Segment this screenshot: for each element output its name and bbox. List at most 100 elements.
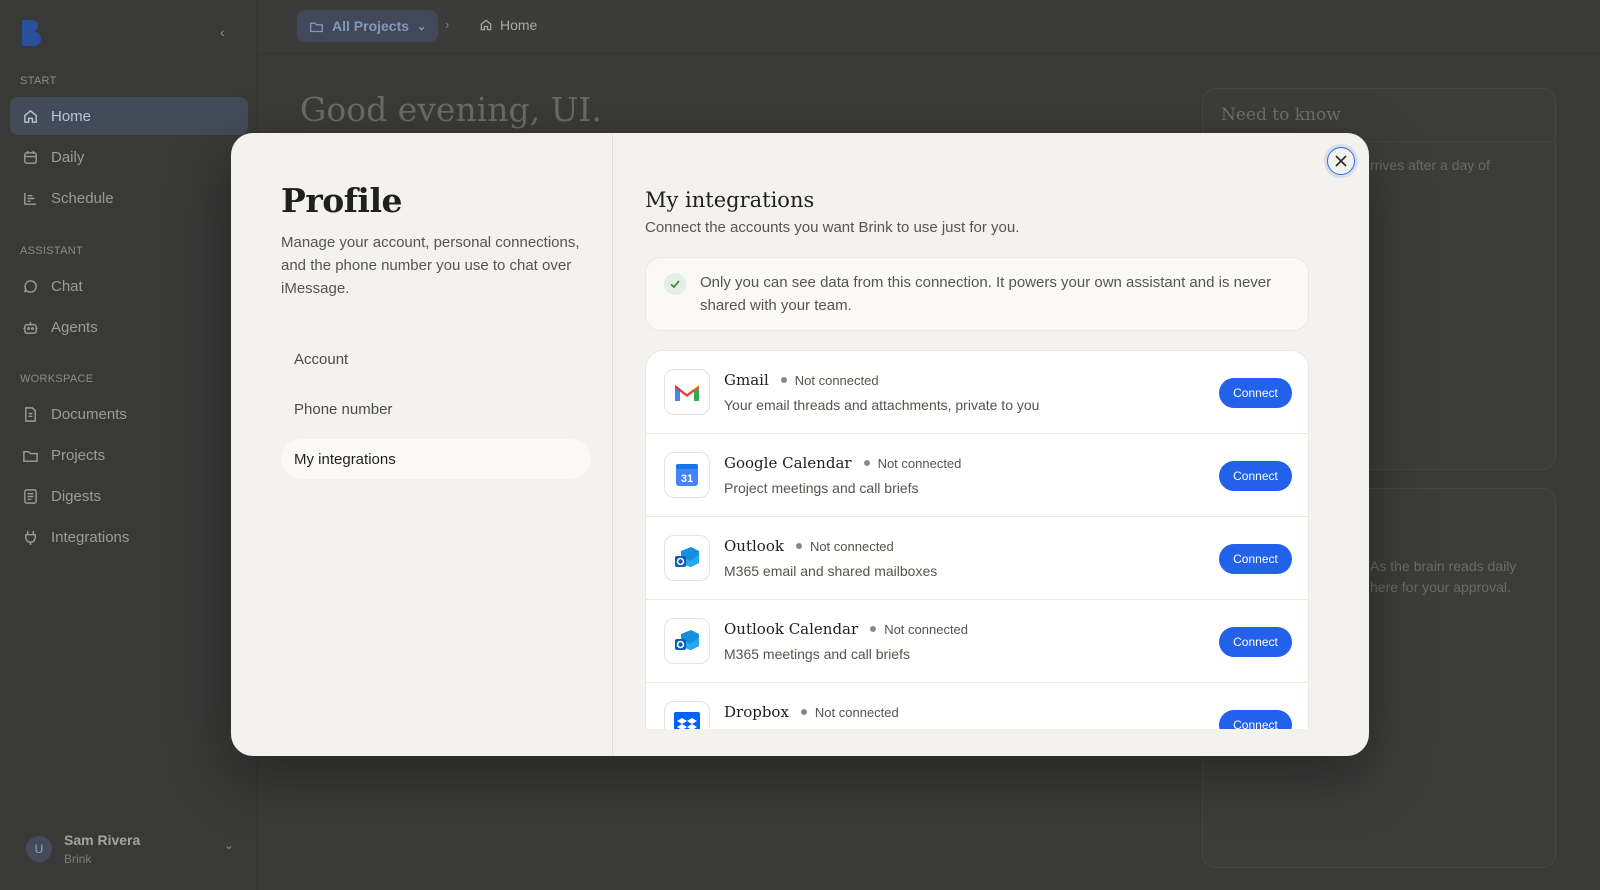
list-item: Outlook Not connected M365 email and sha…: [646, 517, 1308, 600]
integration-name: Dropbox Not connected: [724, 703, 899, 721]
integration-name: Gmail Not connected: [724, 371, 879, 389]
status-badge: Not connected: [877, 455, 962, 471]
sidebar-item-label: Chat: [51, 277, 83, 295]
sidebar-item-chat[interactable]: Chat: [10, 267, 248, 305]
sidebar-item-agents[interactable]: Agents: [10, 308, 248, 346]
chevron-down-icon: ⌄: [417, 20, 427, 33]
dropbox-icon: [664, 701, 710, 729]
sidebar-item-digests[interactable]: Digests: [10, 477, 248, 515]
section-label-assistant: ASSISTANT: [20, 245, 84, 257]
sidebar-item-daily[interactable]: Daily: [10, 138, 248, 176]
section-subtitle: Connect the accounts you want Brink to u…: [645, 219, 1020, 236]
sidebar-item-integrations[interactable]: Integrations: [10, 518, 248, 556]
sidebar: ‹ START Home Daily Schedule ASSISTANT Ch…: [0, 0, 258, 890]
integration-title: Outlook Calendar: [724, 620, 859, 638]
breadcrumb-home[interactable]: Home: [479, 17, 537, 33]
document-icon: [25, 406, 36, 422]
sidebar-item-label: Agents: [51, 318, 98, 336]
privacy-notice: Only you can see data from this connecti…: [645, 257, 1309, 331]
outlook-icon: [664, 535, 710, 581]
sidebar-item-label: Projects: [51, 446, 106, 464]
connect-outlook-button[interactable]: Connect: [1219, 544, 1292, 574]
sidebar-item-documents[interactable]: Documents: [10, 395, 248, 433]
folder-icon: [23, 450, 38, 462]
user-name: Sam Rivera: [64, 832, 141, 848]
status-dot: [800, 709, 807, 715]
topbar: All Projects ⌄ › Home: [259, 0, 1600, 54]
user-menu[interactable]: U Sam Rivera Brink ⌄: [24, 828, 234, 868]
breadcrumb-separator-icon: ›: [445, 17, 450, 32]
sidebar-item-home[interactable]: Home: [10, 97, 248, 135]
integration-description: Project meetings and call briefs: [724, 480, 919, 496]
sidebar-item-label: Schedule: [51, 189, 114, 207]
list-item: Dropbox Not connected Connect: [646, 683, 1308, 729]
integrations-panel: My integrations Connect the accounts you…: [645, 133, 1345, 729]
connect-google-calendar-button[interactable]: Connect: [1219, 461, 1292, 491]
integration-description: M365 email and shared mailboxes: [724, 563, 938, 579]
chat-icon: [24, 279, 37, 293]
home-icon: [480, 19, 492, 31]
profile-nav-panel: Profile Manage your account, personal co…: [231, 133, 613, 756]
status-badge: Not connected: [809, 538, 894, 554]
integration-title: Google Calendar: [724, 454, 852, 472]
project-label: All Projects: [332, 18, 410, 34]
project-selector[interactable]: All Projects ⌄: [297, 10, 439, 42]
collapse-sidebar-icon[interactable]: ‹: [220, 24, 225, 40]
breadcrumb-label: Home: [500, 17, 538, 33]
sidebar-item-schedule[interactable]: Schedule: [10, 179, 248, 217]
integrations-list: Gmail Not connected Your email threads a…: [645, 350, 1309, 729]
gmail-icon: [664, 369, 710, 415]
list-item: Gmail Not connected Your email threads a…: [646, 351, 1308, 434]
notice-text: Only you can see data from this connecti…: [700, 274, 1272, 314]
tab-account[interactable]: Account: [281, 339, 591, 379]
integration-description: Your email threads and attachments, priv…: [724, 397, 1040, 413]
sidebar-item-label: Integrations: [51, 528, 130, 546]
section-label-start: START: [20, 75, 57, 87]
avatar: U: [26, 836, 52, 862]
home-icon: [24, 109, 37, 123]
integration-name: Outlook Calendar Not connected: [724, 620, 968, 638]
chevron-down-icon: ⌄: [223, 838, 234, 852]
integration-title: Dropbox: [724, 703, 789, 721]
sidebar-item-label: Documents: [51, 405, 127, 423]
calendar-date: 31: [681, 473, 693, 485]
page-title: Good evening, UI.: [300, 90, 602, 129]
status-badge: Not connected: [794, 372, 879, 388]
profile-modal: Profile Manage your account, personal co…: [231, 133, 1369, 756]
integration-description: M365 meetings and call briefs: [724, 646, 910, 662]
card-text: As the brain reads daily here for your a…: [1370, 558, 1517, 595]
list-item: Outlook Calendar Not connected M365 meet…: [646, 600, 1308, 683]
connect-outlook-calendar-button[interactable]: Connect: [1219, 627, 1292, 657]
google-calendar-icon: 31: [664, 452, 710, 498]
tab-my-integrations[interactable]: My integrations: [281, 439, 591, 479]
status-dot: [780, 377, 787, 383]
robot-icon: [23, 321, 38, 334]
status-dot: [870, 626, 877, 632]
digest-icon: [24, 488, 37, 504]
integration-title: Gmail: [724, 371, 769, 389]
status-dot: [863, 460, 870, 466]
list-item: 31 Google Calendar Not connected Project…: [646, 434, 1308, 517]
connect-dropbox-button[interactable]: Connect: [1219, 710, 1292, 729]
sidebar-item-label: Daily: [51, 148, 85, 166]
modal-title: Profile: [281, 181, 402, 220]
check-icon: [664, 273, 686, 295]
sidebar-item-label: Home: [51, 107, 92, 125]
card-text: rrives after a day of: [1370, 157, 1490, 173]
tab-phone-number[interactable]: Phone number: [281, 389, 591, 429]
status-badge: Not connected: [884, 621, 969, 637]
section-label-workspace: WORKSPACE: [20, 373, 94, 385]
folder-icon: [310, 22, 323, 32]
status-badge: Not connected: [814, 704, 899, 720]
integration-name: Outlook Not connected: [724, 537, 894, 555]
user-org: Brink: [64, 852, 92, 866]
outlook-icon: [664, 618, 710, 664]
plug-icon: [25, 530, 36, 545]
calendar-icon: [24, 150, 37, 164]
brink-logo: [22, 20, 41, 46]
section-title: My integrations: [645, 188, 815, 212]
connect-gmail-button[interactable]: Connect: [1219, 378, 1292, 408]
integration-name: Google Calendar Not connected: [724, 454, 961, 472]
sidebar-item-projects[interactable]: Projects: [10, 436, 248, 474]
modal-description: Manage your account, personal connection…: [281, 234, 580, 297]
